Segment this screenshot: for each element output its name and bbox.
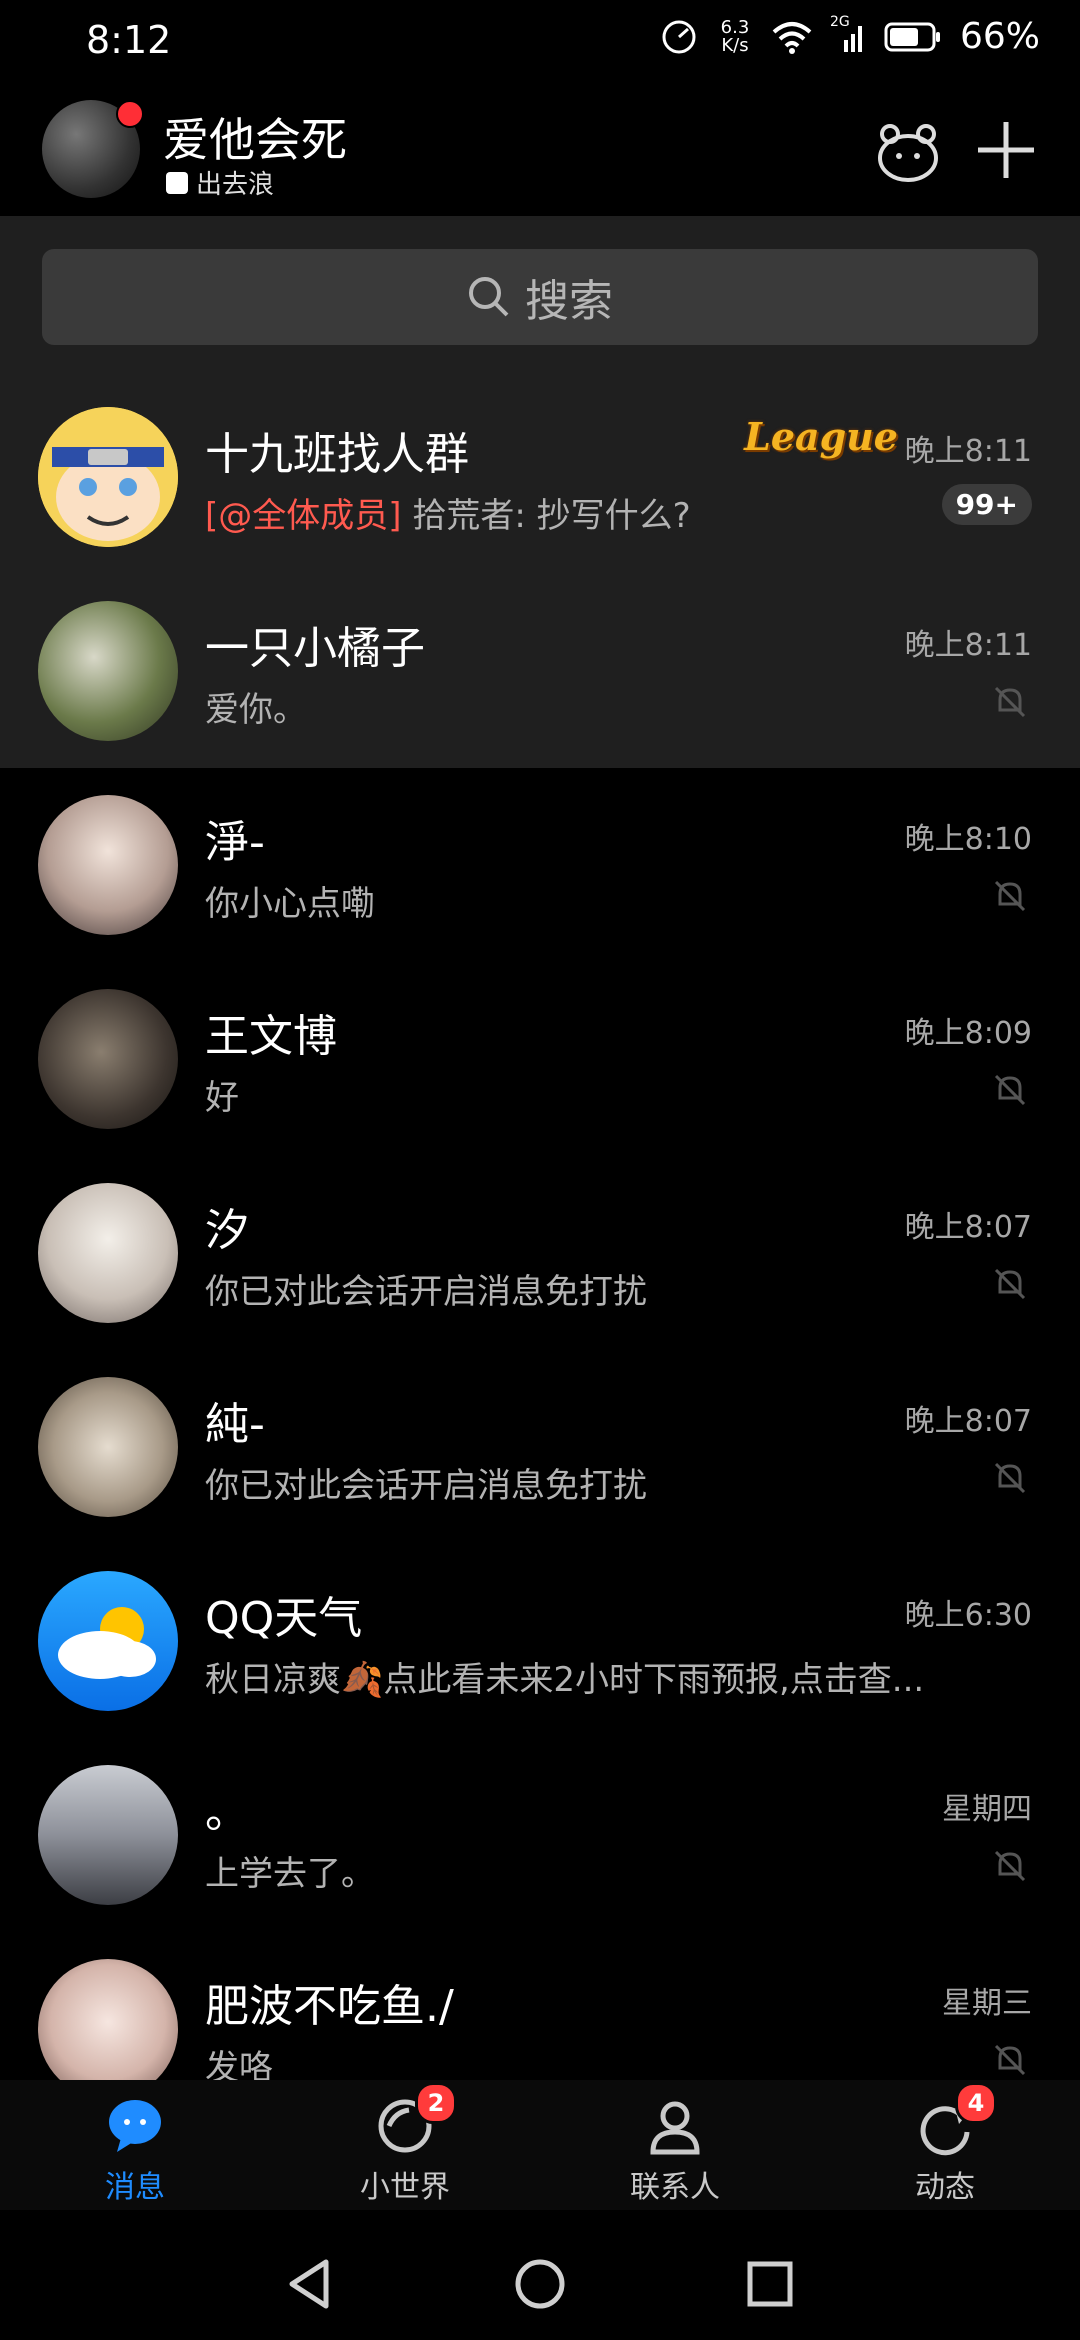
net-speed-unit: K/s <box>721 34 749 56</box>
group-avatar <box>38 407 178 547</box>
contact-avatar <box>38 1959 178 2099</box>
conversation-time: 晚上8:10 <box>904 822 1032 857</box>
contact-avatar <box>38 1765 178 1905</box>
conversation-preview: 你已对此会话开启消息免打扰 <box>205 1466 647 1506</box>
conversation-name: 。 <box>205 1787 249 1838</box>
conversation-time: 晚上8:07 <box>904 1404 1032 1439</box>
preview-text: 拾荒者: 抄写什么? <box>412 496 691 536</box>
status-icons: 6.3 K/s 2G 66% <box>660 14 1040 57</box>
wifi-icon <box>772 21 812 54</box>
conversation-name: 汐 <box>205 1205 249 1256</box>
status-text: 出去浪 <box>196 170 275 200</box>
pet-icon[interactable] <box>870 112 946 188</box>
conversation-time: 晚上8:11 <box>904 434 1032 469</box>
conversation-name: 一只小橘子 <box>205 623 425 674</box>
tab-badge: 2 <box>415 2082 457 2124</box>
conversation-preview: 好 <box>205 1078 239 1118</box>
mute-bell-icon <box>994 2044 1026 2076</box>
contact-avatar <box>38 1183 178 1323</box>
tab-badge: 4 <box>955 2082 997 2124</box>
search-icon <box>469 277 509 317</box>
contact-avatar <box>38 601 178 741</box>
feed-icon: 4 <box>915 2082 997 2156</box>
home-icon[interactable] <box>510 2254 570 2314</box>
conversation-name: 十九班找人群 <box>205 429 469 480</box>
status-icon <box>166 171 188 194</box>
conversation-name: 王文博 <box>205 1011 337 1062</box>
conversation-row[interactable]: 王文博 晚上8:09 好 <box>0 962 1080 1156</box>
contact-avatar <box>38 989 178 1129</box>
tab-label: 消息 <box>105 2170 165 2205</box>
recents-icon[interactable] <box>740 2254 800 2314</box>
tab-feed[interactable]: 4 动态 <box>855 2082 1035 2206</box>
weather-avatar <box>38 1571 178 1711</box>
add-icon[interactable] <box>968 112 1044 188</box>
conversation-time: 星期四 <box>942 1792 1032 1827</box>
conversation-preview: 你已对此会话开启消息免打扰 <box>205 1272 647 1312</box>
tab-messages[interactable]: 消息 <box>45 2096 225 2206</box>
my-status[interactable]: 出去浪 <box>166 164 274 201</box>
battery-percent: 66% <box>959 16 1040 57</box>
conversation-row[interactable]: 淨- 晚上8:10 你小心点嘞 <box>0 768 1080 962</box>
conversation-name: 純- <box>205 1399 265 1450</box>
message-icon <box>105 2096 165 2156</box>
bottom-tab-bar: 消息 2 小世界 联系人 4 动态 <box>0 2080 1080 2210</box>
tab-contacts[interactable]: 联系人 <box>585 2096 765 2206</box>
my-nickname[interactable]: 爱他会死 <box>163 104 347 170</box>
conversation-time: 晚上8:07 <box>904 1210 1032 1245</box>
status-time: 8:12 <box>86 18 172 62</box>
conversation-preview: 爱你。 <box>205 690 307 730</box>
conversation-time: 星期三 <box>942 1986 1032 2021</box>
contacts-icon <box>645 2096 705 2156</box>
conversation-name: 肥波不吃鱼./ <box>205 1981 454 2032</box>
conversation-preview: [@全体成员] 拾荒者: 抄写什么? <box>205 488 985 537</box>
mute-bell-icon <box>994 686 1026 718</box>
net-speed-value: 6.3 <box>720 16 750 38</box>
small-world-icon: 2 <box>375 2082 457 2156</box>
contact-avatar <box>38 1377 178 1517</box>
conversation-row[interactable]: 。 星期四 上学去了。 <box>0 1738 1080 1932</box>
conversation-row[interactable]: 一只小橘子 晚上8:11 爱你。 <box>0 574 1080 768</box>
conversation-preview: 上学去了。 <box>205 1854 375 1894</box>
data-saver-icon <box>662 20 696 53</box>
conversation-row[interactable]: 十九班找人群 League 晚上8:11 [@全体成员] 拾荒者: 抄写什么? … <box>0 380 1080 574</box>
conversation-preview: 秋日凉爽🍂点此看未来2小时下雨预报,点击查... <box>205 1660 925 1700</box>
net-speed: 6.3 K/s <box>716 16 754 56</box>
mention-tag: [@全体成员] <box>205 496 402 536</box>
unread-badge: 99+ <box>941 484 1032 525</box>
conversation-row[interactable]: 純- 晚上8:07 你已对此会话开启消息免打扰 <box>0 1350 1080 1544</box>
header: 爱他会死 出去浪 <box>0 86 1080 216</box>
conversation-time: 晚上6:30 <box>904 1598 1032 1633</box>
conversation-name: 淨- <box>205 817 265 868</box>
system-nav-bar <box>0 2210 1080 2340</box>
conversation-time: 晚上8:11 <box>904 628 1032 663</box>
tab-label: 动态 <box>915 2170 975 2205</box>
tab-small-world[interactable]: 2 小世界 <box>315 2082 495 2206</box>
contact-avatar <box>38 795 178 935</box>
conversation-row[interactable]: 汐 晚上8:07 你已对此会话开启消息免打扰 <box>0 1156 1080 1350</box>
tab-label: 联系人 <box>630 2170 720 2205</box>
conversation-list: 十九班找人群 League 晚上8:11 [@全体成员] 拾荒者: 抄写什么? … <box>0 380 1080 2126</box>
status-bar: 8:12 6.3 K/s 2G 66% <box>0 0 1080 86</box>
mute-bell-icon <box>994 1074 1026 1106</box>
tab-label: 小世界 <box>360 2170 450 2205</box>
signal-icon <box>843 25 862 52</box>
search-bar[interactable]: 搜索 <box>42 249 1038 345</box>
conversation-time: 晚上8:09 <box>904 1016 1032 1051</box>
mute-bell-icon <box>994 1462 1026 1494</box>
mute-bell-icon <box>994 1850 1026 1882</box>
mute-bell-icon <box>994 880 1026 912</box>
conversation-name: QQ天气 <box>205 1593 363 1644</box>
back-icon[interactable] <box>280 2254 340 2314</box>
battery-icon <box>884 22 940 51</box>
cell-signal: 2G <box>830 14 866 54</box>
conversation-preview: 你小心点嘞 <box>205 884 375 924</box>
search-placeholder: 搜索 <box>525 276 613 327</box>
league-tag: League <box>744 414 898 459</box>
search-section: 搜索 <box>0 216 1080 380</box>
conversation-row[interactable]: QQ天气 晚上6:30 秋日凉爽🍂点此看未来2小时下雨预报,点击查... <box>0 1544 1080 1738</box>
mute-bell-icon <box>994 1268 1026 1300</box>
notification-dot <box>116 100 144 128</box>
